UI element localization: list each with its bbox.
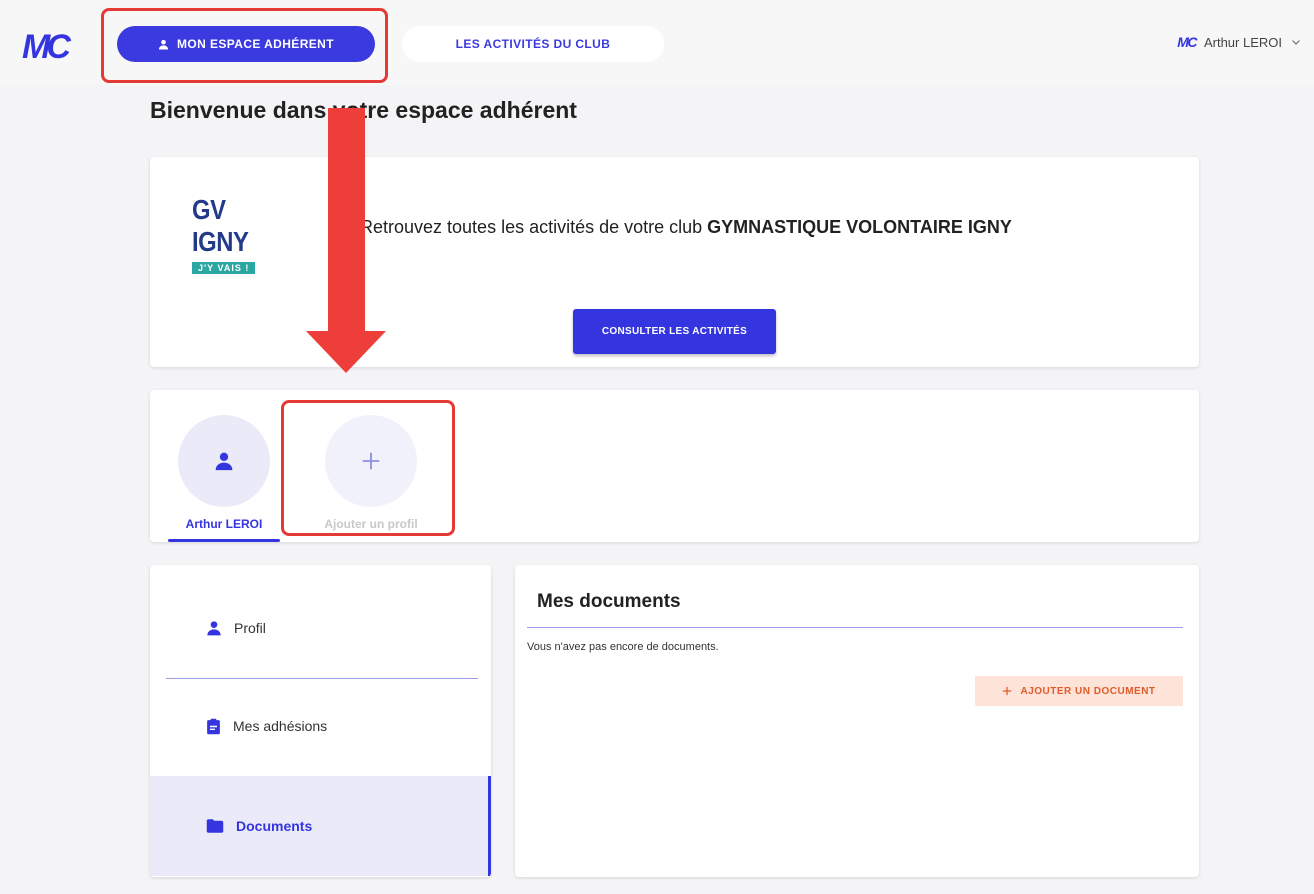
sidebar-card: Profil Mes adhésions Documents [150, 565, 491, 877]
sidebar-item-label: Mes adhésions [233, 718, 328, 734]
sidebar-item-label: Profil [234, 620, 266, 636]
clipboard-icon [207, 718, 220, 734]
documents-title: Mes documents [537, 591, 681, 612]
avatar [178, 415, 270, 507]
activites-du-club-button[interactable]: LES ACTIVITÉS DU CLUB [402, 26, 664, 62]
top-bar: MC MON ESPACE ADHÉRENT LES ACTIVITÉS DU … [0, 0, 1314, 85]
sidebar-item-label: Documents [236, 818, 313, 834]
documents-divider [527, 627, 1183, 628]
sidebar-item-mes-adhesions[interactable]: Mes adhésions [150, 676, 491, 776]
user-menu[interactable]: MC Arthur LEROI [1177, 34, 1302, 50]
person-icon [215, 452, 233, 471]
chevron-down-icon [1292, 40, 1300, 45]
profile-tab-current[interactable]: Arthur LEROI [174, 415, 274, 531]
user-mc-logo: MC [1177, 34, 1197, 50]
annotation-box-add-profile [281, 400, 455, 536]
documents-empty-text: Vous n'avez pas encore de documents. [527, 641, 719, 653]
annotation-arrow-shaft [328, 108, 365, 333]
mc-logo[interactable]: MC [22, 28, 71, 67]
active-tab-indicator [168, 539, 280, 542]
add-document-label: AJOUTER UN DOCUMENT [1020, 685, 1156, 697]
club-logo-title: GV IGNY [192, 194, 249, 257]
club-description-prefix: Retrouvez toutes les activités de votre … [360, 217, 708, 237]
annotation-arrow-head [306, 331, 386, 373]
person-icon [207, 621, 221, 636]
folder-icon [206, 819, 224, 833]
club-name: GYMNASTIQUE VOLONTAIRE IGNY [707, 217, 1012, 237]
annotation-box-header [101, 8, 388, 83]
consulter-activites-button[interactable]: CONSULTER LES ACTIVITÉS [573, 309, 776, 354]
add-document-button[interactable]: AJOUTER UN DOCUMENT [975, 676, 1183, 706]
user-name: Arthur LEROI [1203, 34, 1282, 50]
profile-name: Arthur LEROI [185, 517, 263, 531]
club-description: Retrouvez toutes les activités de votre … [360, 217, 1012, 238]
club-logo: GV IGNY J'Y VAIS ! [192, 194, 297, 276]
documents-card: Mes documents Vous n'avez pas encore de … [515, 565, 1199, 877]
sidebar-item-documents[interactable]: Documents [150, 776, 491, 876]
plus-icon [1003, 686, 1012, 696]
sidebar-item-profil[interactable]: Profil [150, 578, 491, 678]
club-logo-tagline: J'Y VAIS ! [192, 262, 256, 274]
